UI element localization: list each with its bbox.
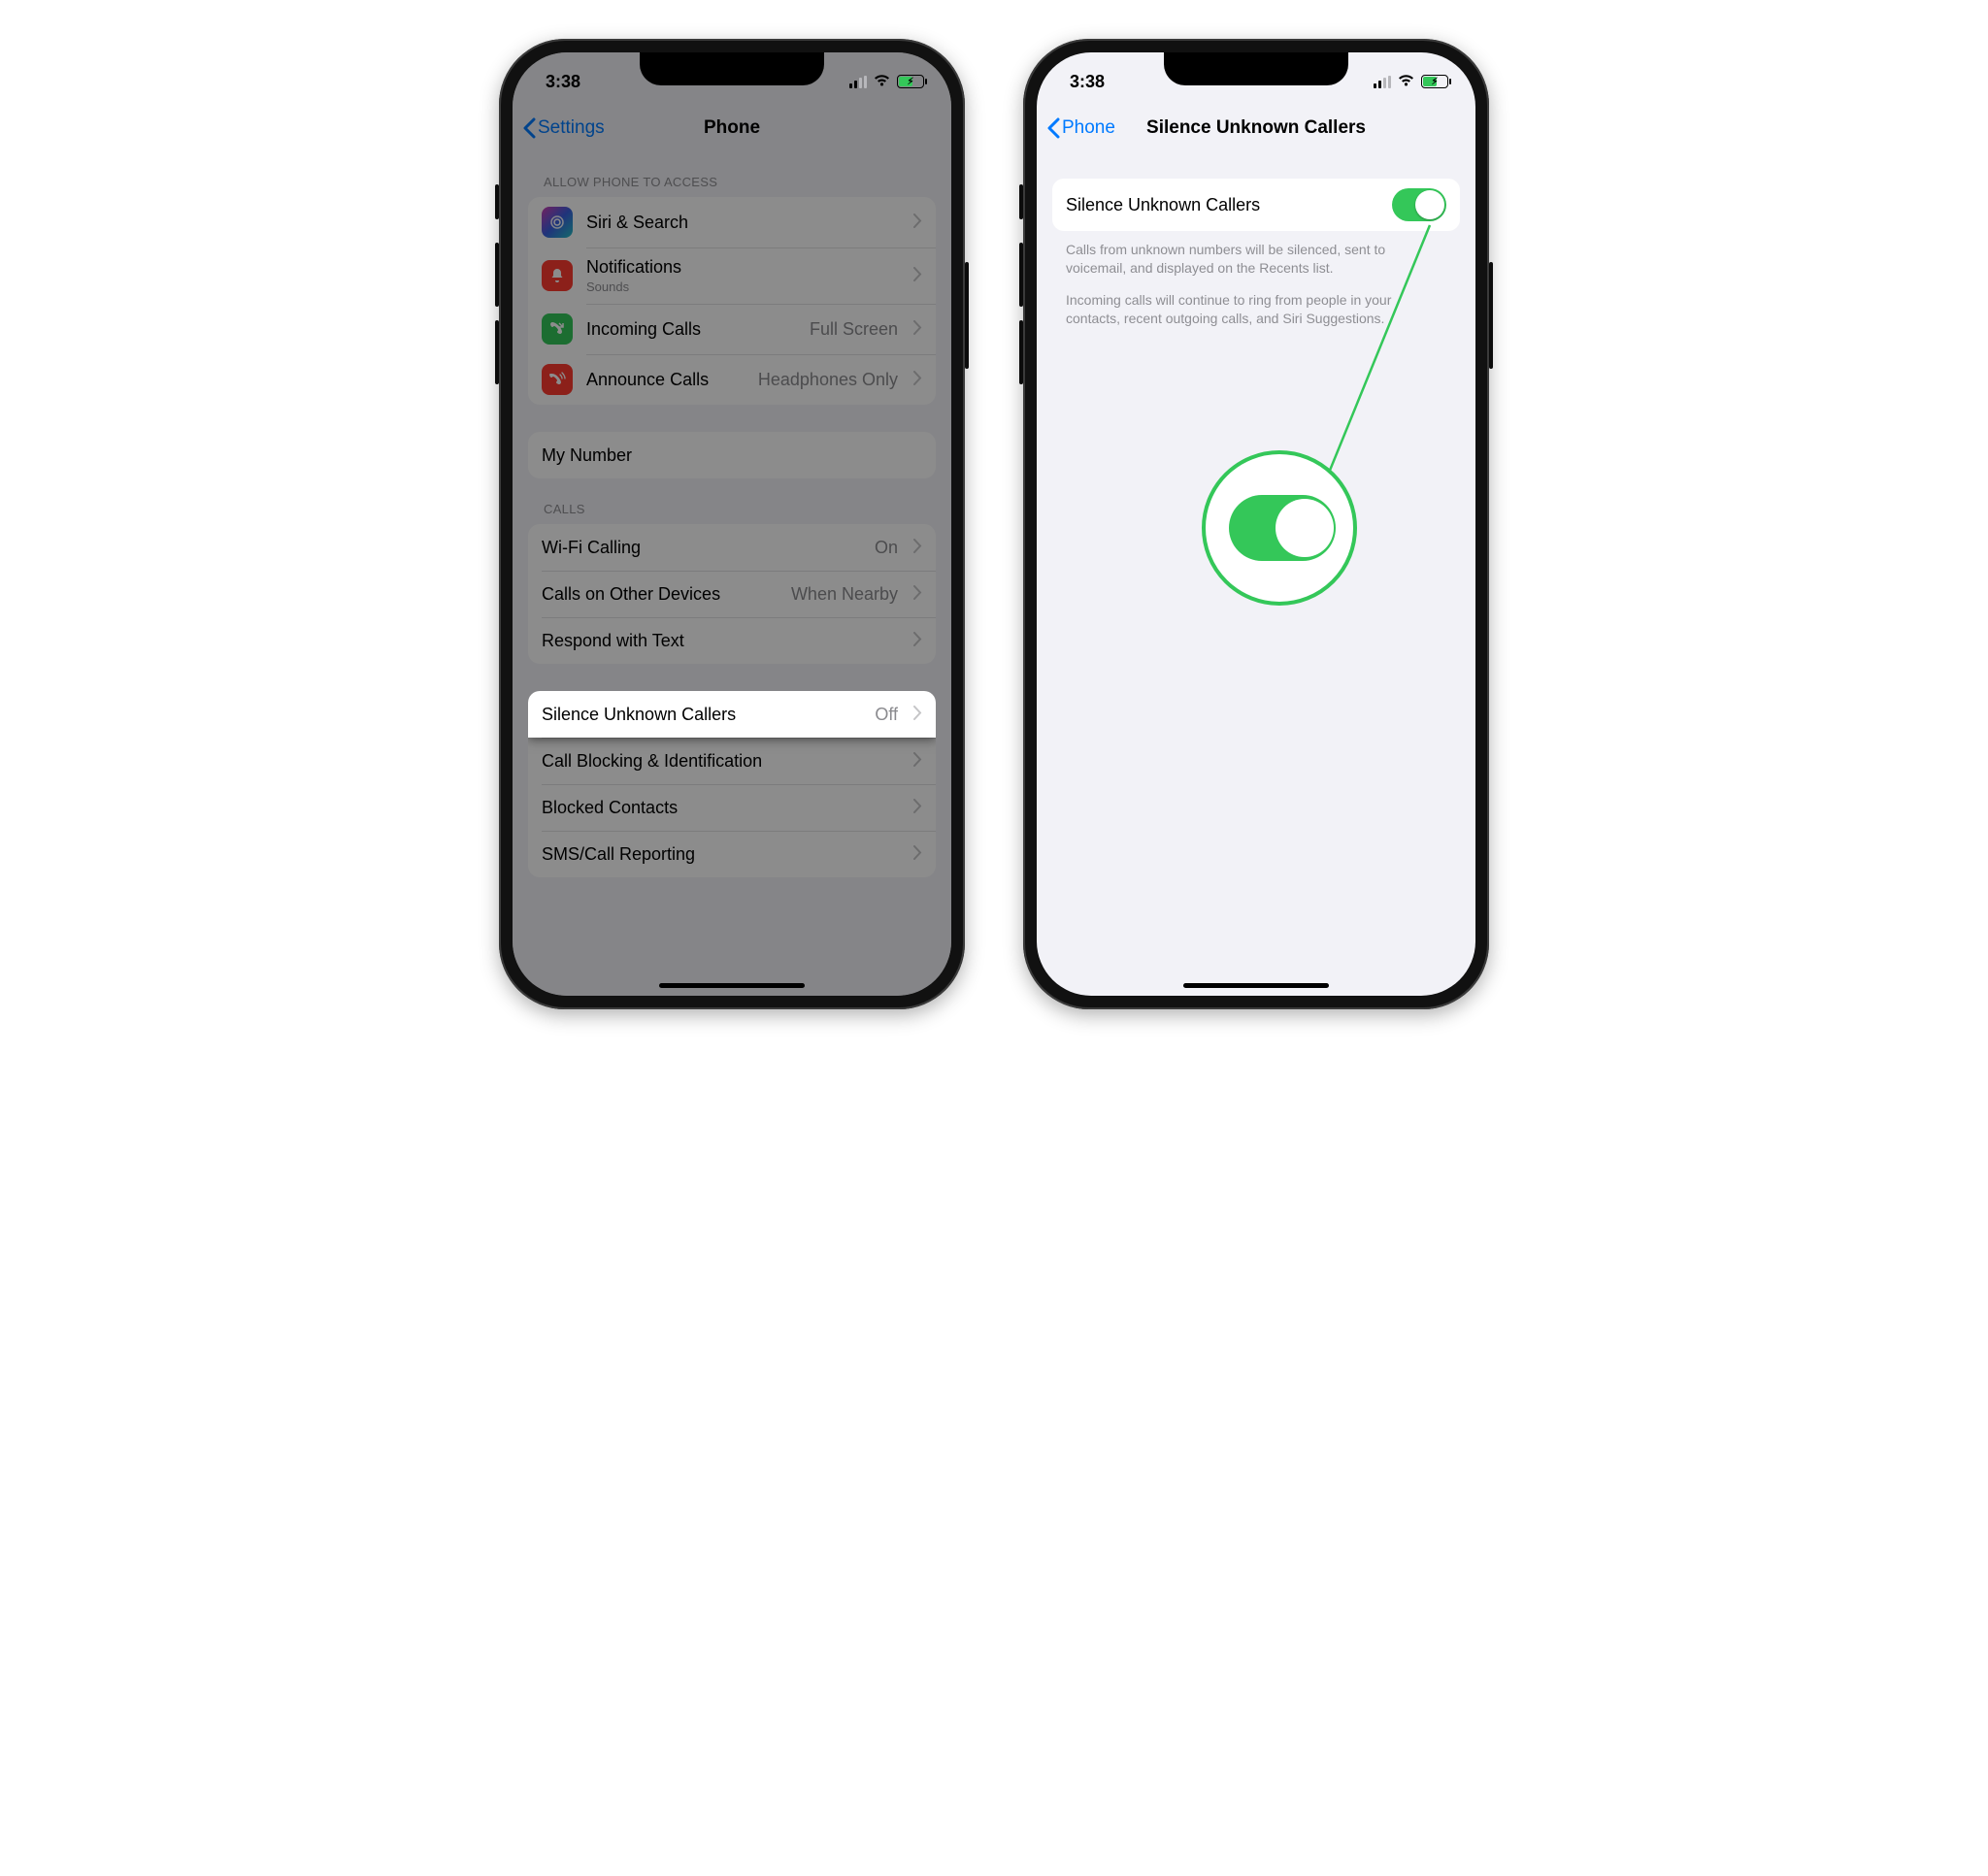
- nav-bar: Settings Phone: [513, 105, 951, 151]
- toggle-silence-unknown[interactable]: [1392, 188, 1446, 221]
- power-button: [965, 262, 969, 369]
- chevron-right-icon: [913, 370, 922, 390]
- row-call-blocking[interactable]: Call Blocking & Identification: [528, 738, 936, 784]
- row-respond-text[interactable]: Respond with Text: [528, 617, 936, 664]
- back-button[interactable]: Phone: [1046, 117, 1115, 139]
- power-button: [1489, 262, 1493, 369]
- chevron-right-icon: [913, 319, 922, 340]
- row-value: When Nearby: [791, 584, 898, 605]
- chevron-right-icon: [913, 213, 922, 233]
- row-label: Notifications Sounds: [586, 257, 900, 294]
- row-label: Calls on Other Devices: [542, 584, 778, 605]
- volume-up-button: [495, 243, 499, 307]
- nav-bar: Phone Silence Unknown Callers: [1037, 105, 1475, 151]
- status-time: 3:38: [1070, 66, 1105, 92]
- footer-text-2: Incoming calls will continue to ring fro…: [1037, 287, 1475, 338]
- row-label: Silence Unknown Callers: [1066, 195, 1378, 215]
- footer-text-1: Calls from unknown numbers will be silen…: [1037, 231, 1475, 287]
- row-label: SMS/Call Reporting: [542, 844, 900, 865]
- cellular-icon: [1374, 76, 1391, 88]
- battery-icon: ⚡︎: [1421, 75, 1448, 88]
- notch: [640, 52, 824, 85]
- screen-silence-unknown: 3:38 ⚡︎ Phone Silence Unknown Callers: [1037, 52, 1475, 996]
- volume-up-button: [1019, 243, 1023, 307]
- cellular-icon: [849, 76, 867, 88]
- chevron-right-icon: [913, 631, 922, 651]
- row-my-number[interactable]: My Number: [528, 432, 936, 478]
- siri-icon: [542, 207, 573, 238]
- volume-down-button: [1019, 320, 1023, 384]
- group-silence-toggle: Silence Unknown Callers: [1052, 179, 1460, 231]
- section-header-calls: CALLS: [513, 478, 951, 524]
- row-silence-toggle: Silence Unknown Callers: [1052, 179, 1460, 231]
- back-label: Settings: [538, 117, 605, 139]
- home-indicator[interactable]: [1183, 983, 1329, 988]
- battery-icon: ⚡︎: [897, 75, 924, 88]
- group-calls: Wi-Fi Calling On Calls on Other Devices …: [528, 524, 936, 664]
- row-blocked-contacts[interactable]: Blocked Contacts: [528, 784, 936, 831]
- group-block: Silence Unknown Callers Off Call Blockin…: [528, 691, 936, 877]
- row-label: Blocked Contacts: [542, 798, 900, 818]
- row-label: Wi-Fi Calling: [542, 538, 861, 558]
- screen-phone-settings: 3:38 ⚡︎ Settings Phone ALLOW PHONE TO AC…: [513, 52, 951, 996]
- row-label: Call Blocking & Identification: [542, 751, 900, 772]
- row-label: My Number: [542, 445, 922, 466]
- row-silence-unknown[interactable]: Silence Unknown Callers Off: [528, 691, 936, 738]
- chevron-left-icon: [522, 117, 536, 139]
- row-label: Respond with Text: [542, 631, 900, 651]
- row-label: Announce Calls: [586, 370, 745, 390]
- chevron-right-icon: [913, 705, 922, 725]
- chevron-right-icon: [913, 844, 922, 865]
- status-time: 3:38: [546, 66, 580, 92]
- wifi-icon: [1397, 72, 1415, 92]
- group-access: Siri & Search Notifications Sounds: [528, 197, 936, 405]
- row-sublabel: Sounds: [586, 280, 900, 294]
- group-my-number: My Number: [528, 432, 936, 478]
- mute-switch: [495, 184, 499, 219]
- phone-incoming-icon: [542, 313, 573, 345]
- row-announce-calls[interactable]: Announce Calls Headphones Only: [528, 354, 936, 405]
- chevron-right-icon: [913, 538, 922, 558]
- chevron-left-icon: [1046, 117, 1060, 139]
- section-header-access: ALLOW PHONE TO ACCESS: [513, 151, 951, 197]
- home-indicator[interactable]: [659, 983, 805, 988]
- row-label: Silence Unknown Callers: [542, 705, 861, 725]
- phone-frame-right: 3:38 ⚡︎ Phone Silence Unknown Callers: [1023, 39, 1489, 1009]
- row-label: Siri & Search: [586, 213, 900, 233]
- row-calls-other-devices[interactable]: Calls on Other Devices When Nearby: [528, 571, 936, 617]
- row-value: On: [875, 538, 898, 558]
- row-siri-search[interactable]: Siri & Search: [528, 197, 936, 247]
- row-sms-call-reporting[interactable]: SMS/Call Reporting: [528, 831, 936, 877]
- row-notifications[interactable]: Notifications Sounds: [528, 247, 936, 304]
- mute-switch: [1019, 184, 1023, 219]
- bell-icon: [542, 260, 573, 291]
- announce-icon: [542, 364, 573, 395]
- chevron-right-icon: [913, 751, 922, 772]
- row-label: Incoming Calls: [586, 319, 796, 340]
- back-label: Phone: [1062, 117, 1115, 139]
- row-wifi-calling[interactable]: Wi-Fi Calling On: [528, 524, 936, 571]
- volume-down-button: [495, 320, 499, 384]
- phone-frame-left: 3:38 ⚡︎ Settings Phone ALLOW PHONE TO AC…: [499, 39, 965, 1009]
- chevron-right-icon: [913, 798, 922, 818]
- row-value: Headphones Only: [758, 370, 898, 390]
- wifi-icon: [873, 72, 891, 92]
- row-incoming-calls[interactable]: Incoming Calls Full Screen: [528, 304, 936, 354]
- row-value: Full Screen: [810, 319, 898, 340]
- back-button[interactable]: Settings: [522, 117, 605, 139]
- chevron-right-icon: [913, 266, 922, 286]
- notch: [1164, 52, 1348, 85]
- chevron-right-icon: [913, 584, 922, 605]
- row-value: Off: [875, 705, 898, 725]
